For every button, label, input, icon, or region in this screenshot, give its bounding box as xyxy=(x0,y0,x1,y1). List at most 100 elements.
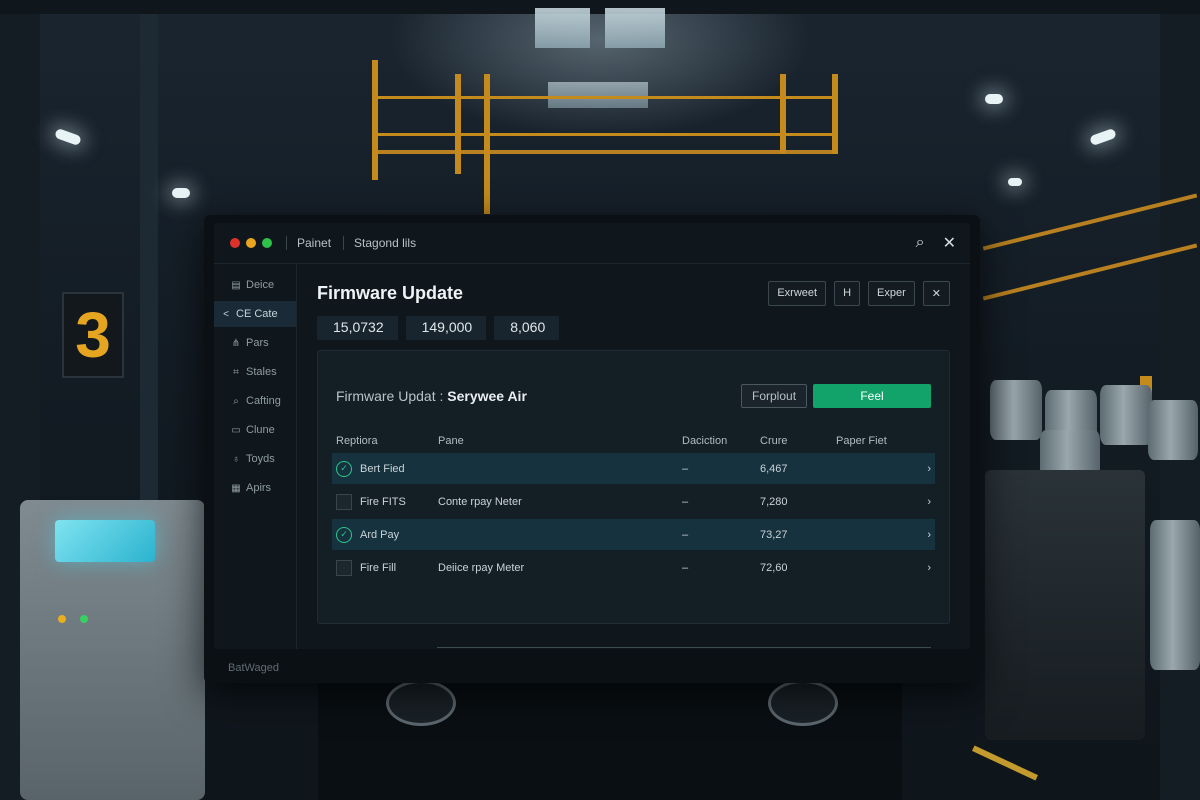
table-row[interactable]: ✓ Bert Fied – 6,467 › xyxy=(332,453,935,484)
row-value: 73,27 xyxy=(760,528,788,541)
export-button[interactable]: Exrweet xyxy=(768,280,827,306)
sidebar-item-ce-cate[interactable]: < CE Cate xyxy=(214,301,296,327)
header-actions: Exrweet H Exper ✕ xyxy=(768,280,950,306)
row-pane: Deiice rpay Meter xyxy=(438,561,525,574)
sidebar-item-label: CE Cate xyxy=(236,308,278,320)
column-header[interactable]: Reptiora xyxy=(336,435,438,447)
checkbox[interactable] xyxy=(336,493,352,510)
machine-screen xyxy=(55,520,155,562)
bottom-divider xyxy=(437,647,931,648)
title-separator xyxy=(343,236,345,250)
monitor-brand-label: BatWaged xyxy=(228,662,279,674)
row-dash: – xyxy=(682,462,689,475)
industrial-machine xyxy=(20,500,205,800)
monitor: Painet Stagond lils ⌕ ✕ ▤ Deice < CE Cat… xyxy=(204,215,980,683)
stat-value: 149,000 xyxy=(405,316,487,340)
chevron-right-icon[interactable]: › xyxy=(917,529,931,541)
roof-beam xyxy=(0,0,1200,14)
catwalk xyxy=(372,96,838,136)
search-icon[interactable]: ⌕ xyxy=(916,234,925,252)
table-row[interactable]: Fire FITS Conte rpay Neter – 7,280 › xyxy=(332,486,935,517)
row-dash: – xyxy=(682,528,689,541)
sidebar-item-label: Deice xyxy=(246,279,275,291)
app-window: Painet Stagond lils ⌕ ✕ ▤ Deice < CE Cat… xyxy=(214,223,970,649)
apps-icon: ▦ xyxy=(231,482,241,494)
ceiling-lamp xyxy=(985,94,1003,104)
panel-title: Firmware Updat : Serywee Air xyxy=(336,388,527,404)
column-header[interactable]: Crure xyxy=(760,435,836,447)
stats-icon: ⌗ xyxy=(233,366,239,378)
window-icon: ▭ xyxy=(231,424,241,436)
column-header[interactable]: Daciction xyxy=(682,435,760,447)
h-button[interactable]: H xyxy=(834,280,861,306)
chevron-right-icon[interactable]: › xyxy=(917,463,931,475)
main-content: Firmware Update Exrweet H Exper ✕ 15,073… xyxy=(297,264,970,649)
search-icon: ⌕ xyxy=(233,395,239,407)
printer-machine xyxy=(985,470,1145,740)
bay-number-sign: 3 xyxy=(62,292,124,378)
sidebar: ▤ Deice < CE Cate ⋔ Pars ⌗ Stales ⌕ Caft… xyxy=(214,264,297,649)
row-name: Fire Fill xyxy=(360,561,397,574)
forplout-button[interactable]: Forplout xyxy=(741,384,807,408)
sidebar-item-stales[interactable]: ⌗ Stales xyxy=(214,359,296,385)
title-tab-2[interactable]: Stagond lils xyxy=(354,236,416,250)
close-window-button[interactable] xyxy=(230,238,240,248)
chevron-right-icon[interactable]: › xyxy=(917,562,931,574)
catwalk-post xyxy=(484,74,490,214)
chevron-right-icon[interactable]: › xyxy=(917,496,931,508)
column-header[interactable]: Paper Fiet xyxy=(836,435,931,447)
table-row[interactable]: Fire Fill Deiice rpay Meter – 72,60 › xyxy=(332,552,935,583)
feel-button[interactable]: Feel xyxy=(813,384,931,408)
row-name: Ard Pay xyxy=(360,528,400,541)
minimize-window-button[interactable] xyxy=(246,238,256,248)
row-value: 72,60 xyxy=(760,561,788,574)
exper-button[interactable]: Exper xyxy=(868,280,915,306)
chevron-left-icon: < xyxy=(223,308,229,320)
row-dash: – xyxy=(682,495,689,508)
table-row[interactable]: ✓ Ard Pay – 73,27 › xyxy=(332,519,935,550)
sidebar-item-clune[interactable]: ▭ Clune xyxy=(214,417,296,443)
sidebar-item-deice[interactable]: ▤ Deice xyxy=(214,272,296,298)
panel-title-prefix: Firmware Updat : xyxy=(336,388,444,404)
sidebar-item-toyds[interactable]: ♁ Toyds xyxy=(214,446,296,472)
window-controls xyxy=(230,238,272,248)
catwalk-rail xyxy=(372,150,838,154)
panel-title-target: Serywee Air xyxy=(447,388,527,404)
cable-spool xyxy=(386,680,456,726)
barrel xyxy=(1150,520,1200,670)
stats-row: 15,0732 149,000 8,060 xyxy=(317,316,950,340)
sidebar-item-cafting[interactable]: ⌕ Cafting xyxy=(214,388,296,414)
firmware-panel: Firmware Updat : Serywee Air Forplout Fe… xyxy=(317,350,950,624)
sidebar-item-apirs[interactable]: ▦ Apirs xyxy=(214,475,296,501)
sidebar-item-label: Apirs xyxy=(246,482,272,494)
ceiling-lamp xyxy=(54,127,82,147)
ceiling-lamp xyxy=(1008,178,1022,186)
row-pane: Conte rpay Neter xyxy=(438,495,522,508)
catwalk-post xyxy=(832,74,838,154)
row-name: Bert Fied xyxy=(360,462,405,475)
title-separator xyxy=(286,236,287,250)
cable-spool xyxy=(768,680,838,726)
catwalk-post xyxy=(455,74,461,174)
sidebar-item-label: Cafting xyxy=(246,395,281,407)
maximize-window-button[interactable] xyxy=(262,238,272,248)
sidebar-item-label: Stales xyxy=(246,366,277,378)
sidebar-item-label: Pars xyxy=(246,337,269,349)
catwalk-post xyxy=(372,60,378,180)
catwalk-post xyxy=(780,74,786,154)
barrel xyxy=(1100,385,1152,445)
device-icon: ▤ xyxy=(231,279,241,291)
sidebar-item-pars[interactable]: ⋔ Pars xyxy=(214,330,296,356)
skylight xyxy=(605,8,665,48)
ceiling-lamp xyxy=(1089,127,1117,147)
close-icon[interactable]: ✕ xyxy=(943,233,956,253)
barrel xyxy=(1148,400,1198,460)
close-panel-button[interactable]: ✕ xyxy=(922,280,950,306)
stat-value: 8,060 xyxy=(494,316,560,340)
check-circle-icon[interactable]: ✓ xyxy=(336,526,352,543)
check-circle-icon[interactable]: ✓ xyxy=(336,460,352,477)
checkbox[interactable] xyxy=(336,559,352,576)
page-title: Firmware Update xyxy=(317,282,464,303)
title-tab-1[interactable]: Painet xyxy=(297,236,331,250)
column-header[interactable]: Pane xyxy=(438,435,682,447)
